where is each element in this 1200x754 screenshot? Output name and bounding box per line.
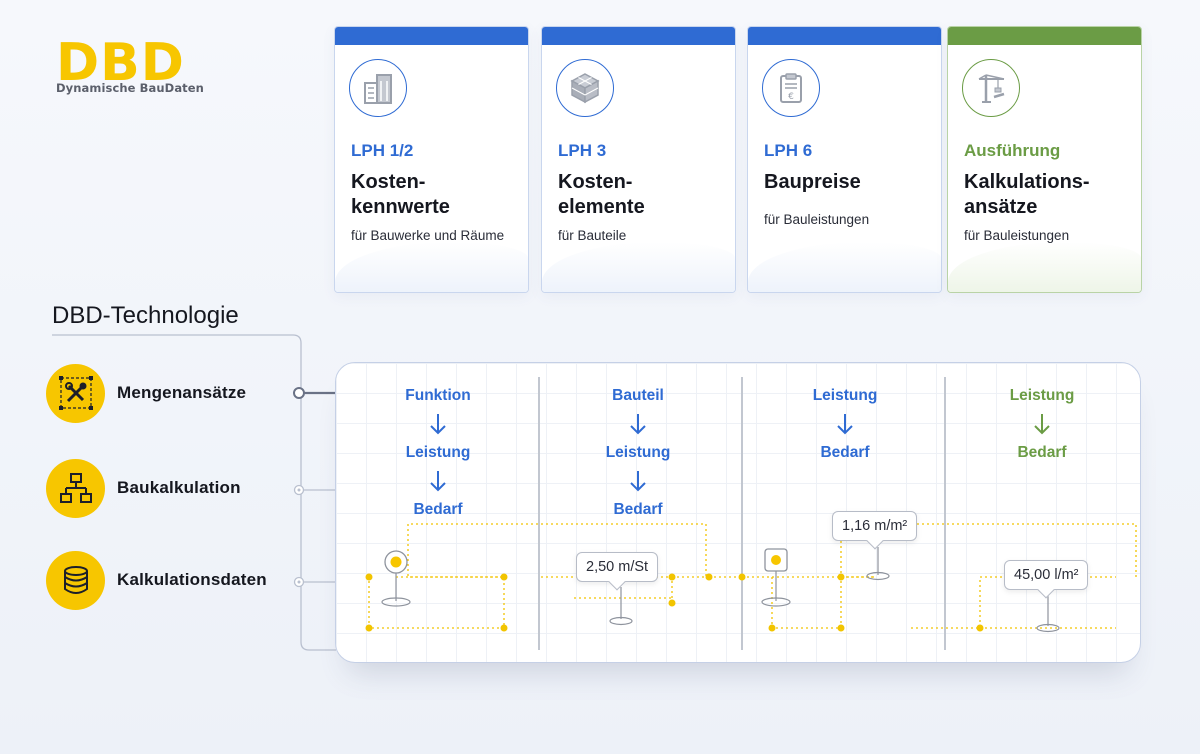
arrow-down-icon <box>942 407 1140 442</box>
flow-step: Leistung <box>605 444 671 461</box>
card-subtitle: für Bauteile <box>558 228 627 243</box>
logo-mark: DBD <box>56 40 185 80</box>
flow-column-leistung: Leistung Bedarf <box>745 385 945 464</box>
flow-step: Bedarf <box>1017 444 1067 461</box>
card-title: Kosten- kennwerte <box>351 171 450 218</box>
flow-step: Bedarf <box>613 501 663 518</box>
card-wave <box>948 242 1141 292</box>
value-tag: 1,16 m/m² <box>832 511 918 541</box>
arrow-down-icon <box>745 407 945 442</box>
tools-icon <box>46 363 105 423</box>
arrow-down-icon <box>538 464 738 499</box>
card-title: Baupreise <box>764 171 861 193</box>
card-kostenelemente[interactable]: LPH 3 Kosten- elemente für Bauteile <box>541 26 736 293</box>
card-kalkulationsansaetze[interactable]: Ausführung Kalkulations- ansätze für Bau… <box>947 26 1142 293</box>
flow-step: Funktion <box>405 387 471 404</box>
card-phase: LPH 6 <box>764 141 813 160</box>
flow-step: Bedarf <box>413 501 463 518</box>
card-title: Kalkulations- ansätze <box>964 171 1090 218</box>
cube-icon <box>556 59 614 117</box>
flow-step: Leistung <box>812 387 878 404</box>
arrow-down-icon <box>338 407 538 442</box>
tech-item-mengenansaetze[interactable]: Mengenansätze <box>46 363 246 423</box>
flow-step: Bauteil <box>612 387 664 404</box>
flow-column-bauteil: Bauteil Leistung Bedarf <box>538 385 738 521</box>
tech-item-label: Mengenansätze <box>117 383 247 402</box>
card-phase: LPH 3 <box>558 141 607 160</box>
flow-column-ausfuehrung: Leistung Bedarf <box>942 385 1140 464</box>
flow-step: Leistung <box>405 444 471 461</box>
card-subtitle: für Bauleistungen <box>764 212 870 227</box>
card-phase: Ausführung <box>964 141 1061 160</box>
card-baupreise[interactable]: € LPH 6 Baupreise für Bauleistungen <box>747 26 942 293</box>
card-accent-bar <box>335 27 528 45</box>
arrow-down-icon <box>538 407 738 442</box>
card-wave <box>542 242 735 292</box>
logo-subtitle: Dynamische BauDaten <box>56 81 204 95</box>
arrow-down-icon <box>338 464 538 499</box>
database-icon <box>46 550 105 610</box>
value-tag: 45,00 l/m² <box>1004 560 1089 590</box>
card-wave <box>335 242 528 292</box>
crane-icon <box>962 59 1020 117</box>
flow-step: Bedarf <box>820 444 870 461</box>
dbd-logo: DBD Dynamische BauDaten <box>56 40 206 100</box>
technology-heading: DBD-Technologie <box>52 302 239 329</box>
tech-item-label: Baukalkulation <box>117 478 241 497</box>
svg-text:€: € <box>788 92 794 102</box>
tech-item-baukalkulation[interactable]: Baukalkulation <box>46 458 241 518</box>
tech-item-label: Kalkulationsdaten <box>117 570 267 589</box>
tech-item-kalkulationsdaten[interactable]: Kalkulationsdaten <box>46 550 267 610</box>
card-phase: LPH 1/2 <box>351 141 414 160</box>
card-accent-bar <box>748 27 941 45</box>
flow-step: Leistung <box>1009 387 1075 404</box>
card-wave <box>748 242 941 292</box>
card-title: Kosten- elemente <box>558 171 645 218</box>
technology-flow-panel: Funktion Leistung Bedarf Bauteil Leistun… <box>335 362 1141 663</box>
card-accent-bar <box>948 27 1141 45</box>
flow-column-funktion: Funktion Leistung Bedarf <box>338 385 538 521</box>
price-clipboard-icon: € <box>762 59 820 117</box>
card-subtitle: für Bauleistungen <box>964 228 1070 243</box>
card-accent-bar <box>542 27 735 45</box>
building-icon <box>349 59 407 117</box>
hierarchy-icon <box>46 458 105 518</box>
card-kostenkennwerte[interactable]: LPH 1/2 Kosten- kennwerte für Bauwerke u… <box>334 26 529 293</box>
card-subtitle: für Bauwerke und Räume <box>351 228 505 243</box>
value-tag: 2,50 m/St <box>576 552 659 582</box>
